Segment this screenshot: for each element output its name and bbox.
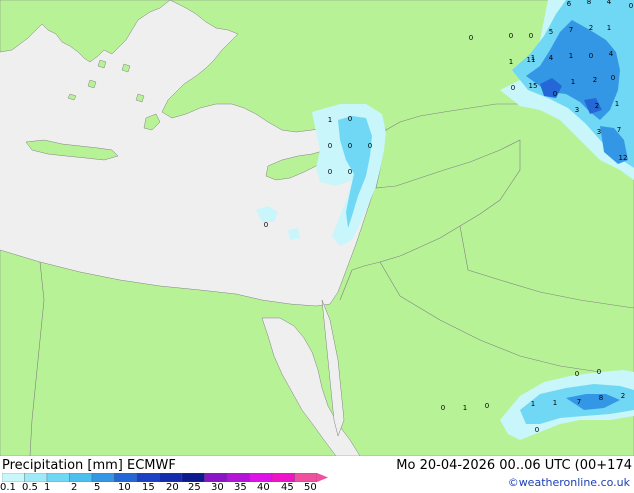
point-value-label: 0 [348,142,352,150]
point-value-label: 7 [617,126,621,134]
point-value-label: 0 [348,115,352,123]
map-title: Precipitation [mm] ECMWF [2,458,176,473]
colorbar-tick-label: 10 [118,482,131,493]
colorbar-tick-label: 35 [234,482,247,493]
point-value-label: 2 [595,102,599,110]
colorbar-tick-label: 5 [94,482,101,493]
point-value-label: 8 [599,394,603,402]
point-value-label: 0 [575,370,579,378]
colorbar [2,473,328,482]
point-value-label: 0 [535,426,539,434]
point-value-label: 8 [587,0,591,6]
point-value-label: 4 [549,54,554,62]
point-value-label: 1 [531,400,535,408]
colorbar-tick-label: 45 [281,482,294,493]
point-value-label: 7 [569,26,573,34]
colorbar-tick-label: 20 [166,482,179,493]
point-value-label: 3 [575,106,579,114]
colorbar-segment [2,473,25,482]
colorbar-tick-label: 0.1 [0,482,16,493]
forecast-map-panel: 1 0 0 0 0 0 0 0 0 0 0 1 5 7 2 1 6 8 4 0 1 11 4 1 0 4 0 15 0 1 2 0 3 2 1 3 7 1… [0,0,634,493]
run-time-label: Mo 20-04-2026 00..06 UTC (00+174 [396,458,632,473]
point-value-label: 0 [441,404,445,412]
colorbar-segment [159,473,183,482]
colorbar-segment [114,473,138,482]
colorbar-tick-label: 15 [142,482,155,493]
point-value-label: 2 [593,76,597,84]
colorbar-segment [249,473,273,482]
point-value-label: 0 [328,142,332,150]
colorbar-segment [69,473,93,482]
point-value-label: 5 [549,28,553,36]
point-value-label: 1 [553,399,557,407]
colorbar-tick-label: 50 [304,482,317,493]
point-value-label: 0 [529,32,533,40]
point-value-label: 2 [589,24,593,32]
colorbar-tick-label: 40 [257,482,270,493]
point-value-label: 0 [348,168,352,176]
point-value-label: 0 [368,142,372,150]
point-value-label: 12 [619,154,628,162]
point-value-label: 15 [529,82,538,90]
point-value-label: 7 [577,398,581,406]
point-value-label: 0 [485,402,489,410]
point-value-label: 0 [469,34,473,42]
colorbar-segment [91,473,115,482]
point-value-label: 1 [615,100,619,108]
point-value-label: 1 [571,78,575,86]
point-value-label: 0 [509,32,513,40]
colorbar-segment [271,473,295,482]
colorbar-segment [136,473,160,482]
point-value-label: 1 [328,116,332,124]
point-value-label: 0 [629,2,633,10]
legend-bar: Precipitation [mm] ECMWF Mo 20-04-2026 0… [0,456,634,493]
colorbar-tick-label: 2 [71,482,78,493]
point-value-label: 3 [597,128,601,136]
colorbar-segment [226,473,250,482]
point-value-label: 2 [621,392,625,400]
point-value-label: 1 [569,52,573,60]
colorbar-arrow [317,473,328,482]
colorbar-segment [204,473,228,482]
colorbar-tick-label: 30 [211,482,224,493]
colorbar-tick-label: 25 [188,482,201,493]
point-value-label: 0 [264,221,268,229]
point-value-label: 4 [609,50,614,58]
colorbar-segment [181,473,205,482]
point-value-label: 0 [611,74,615,82]
colorbar-segment [46,473,70,482]
point-value-label: 0 [511,84,515,92]
credit-link[interactable]: ©weatheronline.co.uk [508,476,630,489]
point-value-label: 4 [607,0,612,6]
point-value-label: 0 [553,90,557,98]
point-value-label: 1 [463,404,467,412]
point-value-label: 0 [328,168,332,176]
point-value-label: 0 [589,52,593,60]
precipitation-map: 1 00 0 00 000 0 015 7 2 16 8 4 01 11 4 1 0 40 1501 2 03 2 13 71… [0,0,634,456]
point-value-label: 1 [509,58,513,66]
point-value-label: 6 [567,0,572,8]
point-value-label: 11 [527,56,536,64]
colorbar-segment [294,473,318,482]
colorbar-segment [24,473,48,482]
colorbar-tick-label: 1 [44,482,51,493]
point-value-label: 1 [607,24,611,32]
point-value-label: 0 [597,368,601,376]
colorbar-tick-label: 0.5 [22,482,38,493]
